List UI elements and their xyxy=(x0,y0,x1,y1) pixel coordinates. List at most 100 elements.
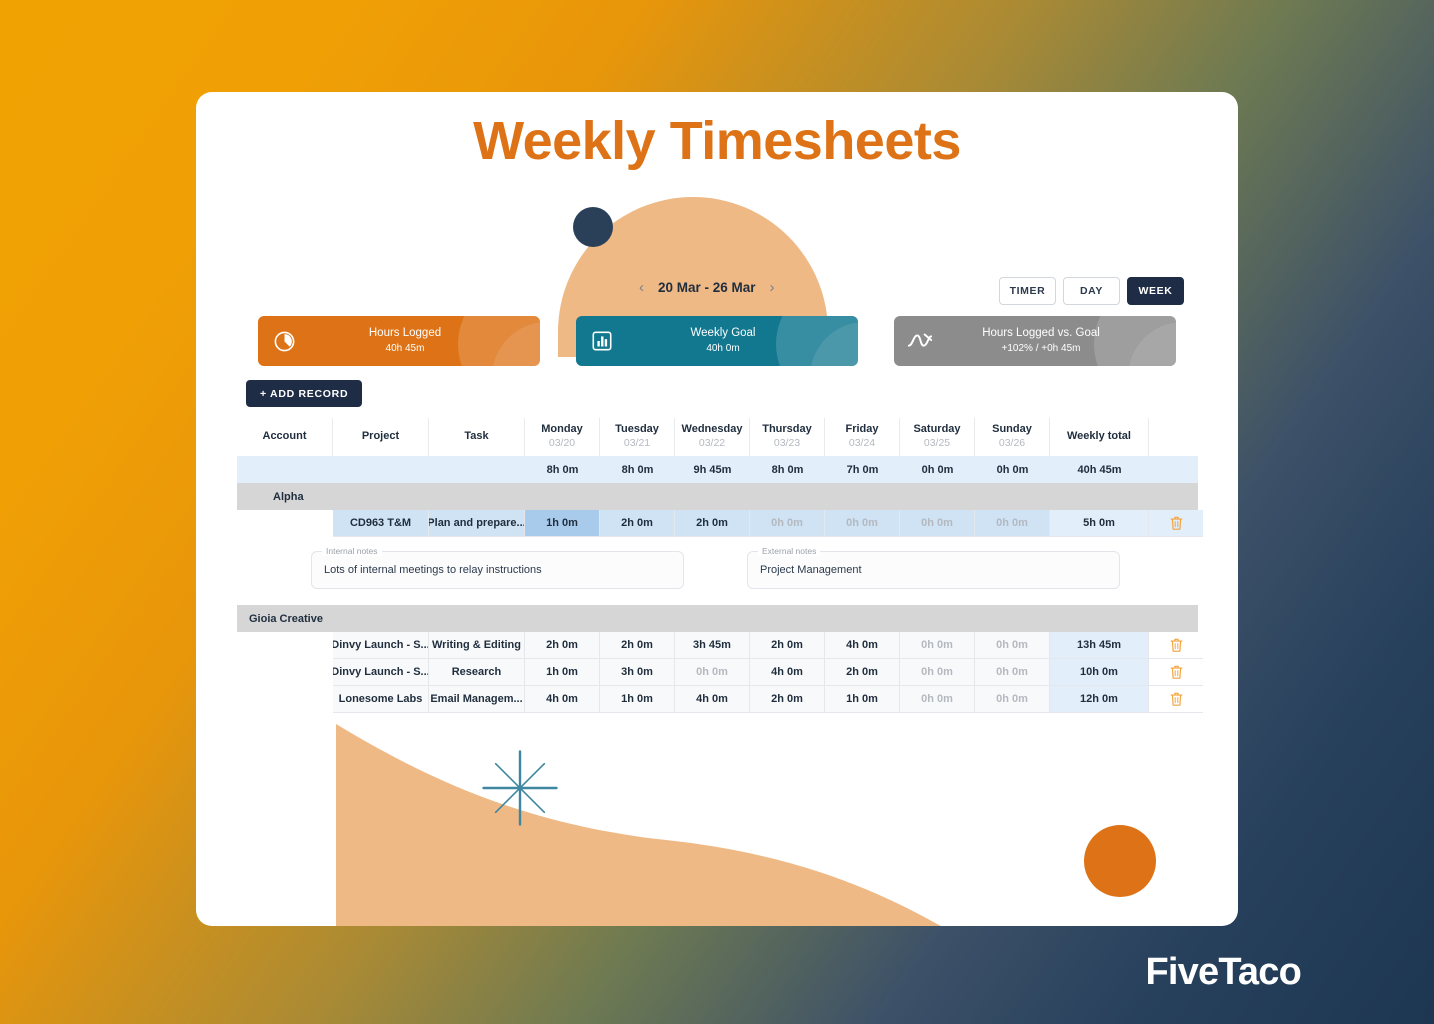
trash-icon xyxy=(1170,638,1182,652)
view-mode-toggle: TIMER DAY WEEK xyxy=(999,277,1184,305)
cell-saturday[interactable]: 0h 0m xyxy=(900,632,975,659)
cell-task[interactable]: Writing & Editing xyxy=(429,632,525,659)
view-toggle-timer[interactable]: TIMER xyxy=(999,277,1056,305)
cell-task[interactable]: Plan and prepare... xyxy=(429,510,525,537)
cell-sunday[interactable]: 0h 0m xyxy=(975,510,1050,537)
cell-friday[interactable]: 0h 0m xyxy=(825,510,900,537)
cell-thursday[interactable]: 2h 0m xyxy=(750,632,825,659)
column-header-tuesday[interactable]: Tuesday 03/21 xyxy=(600,418,675,456)
view-toggle-day[interactable]: DAY xyxy=(1063,277,1120,305)
column-header-friday[interactable]: Friday 03/24 xyxy=(825,418,900,456)
delete-row-button[interactable] xyxy=(1149,632,1203,659)
cell-wednesday[interactable]: 4h 0m xyxy=(675,686,750,713)
stat-value: 40h 45m xyxy=(385,342,425,354)
stat-value: +102% / +0h 45m xyxy=(1001,342,1081,354)
totals-account-spacer xyxy=(237,456,333,483)
row-notes-panel: Internal notes Lots of internal meetings… xyxy=(237,537,1198,605)
cell-tuesday[interactable]: 1h 0m xyxy=(600,686,675,713)
group-name: Alpha xyxy=(273,490,304,503)
cell-account[interactable] xyxy=(237,510,333,537)
cell-thursday[interactable]: 4h 0m xyxy=(750,659,825,686)
stat-label: Hours Logged vs. Goal xyxy=(982,326,1100,339)
stat-text: Hours Logged 40h 45m xyxy=(310,326,540,356)
internal-notes-value: Lots of internal meetings to relay instr… xyxy=(324,564,542,576)
cell-project[interactable]: Lonesome Labs xyxy=(333,686,429,713)
cell-sunday[interactable]: 0h 0m xyxy=(975,659,1050,686)
cell-project[interactable]: Dinvy Launch - S... xyxy=(333,659,429,686)
group-header-gioia-creative[interactable]: Gioia Creative xyxy=(237,605,1198,632)
cell-friday[interactable]: 2h 0m xyxy=(825,659,900,686)
delete-row-button[interactable] xyxy=(1149,686,1203,713)
external-notes-field[interactable]: External notes Project Management xyxy=(747,546,1120,589)
cell-project[interactable]: Dinvy Launch - S... xyxy=(333,632,429,659)
cell-wednesday[interactable]: 3h 45m xyxy=(675,632,750,659)
table-row[interactable]: CD963 T&M Plan and prepare... 1h 0m 2h 0… xyxy=(237,510,1203,537)
column-header-wednesday[interactable]: Wednesday 03/22 xyxy=(675,418,750,456)
cell-monday[interactable]: 1h 0m xyxy=(525,510,600,537)
column-header-project[interactable]: Project xyxy=(333,418,429,456)
table-totals-row: 8h 0m 8h 0m 9h 45m 8h 0m 7h 0m 0h 0m 0h … xyxy=(237,456,1198,483)
stat-label: Weekly Goal xyxy=(690,326,756,339)
cell-sunday[interactable]: 0h 0m xyxy=(975,632,1050,659)
cell-wednesday[interactable]: 0h 0m xyxy=(675,659,750,686)
chevron-left-icon[interactable]: ‹ xyxy=(639,280,644,295)
cell-tuesday[interactable]: 2h 0m xyxy=(600,632,675,659)
column-header-weekly-total[interactable]: Weekly total xyxy=(1050,418,1149,456)
cell-weekly-total: 5h 0m xyxy=(1050,510,1149,537)
cell-saturday[interactable]: 0h 0m xyxy=(900,686,975,713)
column-header-saturday[interactable]: Saturday 03/25 xyxy=(900,418,975,456)
cell-task[interactable]: Email Managem... xyxy=(429,686,525,713)
cell-saturday[interactable]: 0h 0m xyxy=(900,510,975,537)
cell-task[interactable]: Research xyxy=(429,659,525,686)
table-row[interactable]: Dinvy Launch - S... Research 1h 0m 3h 0m… xyxy=(237,659,1203,686)
bar-chart-icon xyxy=(576,330,628,352)
table-row[interactable]: Dinvy Launch - S... Writing & Editing 2h… xyxy=(237,632,1203,659)
cell-account[interactable] xyxy=(237,686,333,713)
cell-monday[interactable]: 2h 0m xyxy=(525,632,600,659)
stat-text: Hours Logged vs. Goal +102% / +0h 45m xyxy=(946,326,1176,356)
totals-wednesday: 9h 45m xyxy=(693,463,732,476)
totals-saturday: 0h 0m xyxy=(921,463,954,476)
view-toggle-week[interactable]: WEEK xyxy=(1127,277,1184,305)
cell-thursday[interactable]: 0h 0m xyxy=(750,510,825,537)
cell-tuesday[interactable]: 3h 0m xyxy=(600,659,675,686)
cell-sunday[interactable]: 0h 0m xyxy=(975,686,1050,713)
totals-actions-spacer xyxy=(1149,456,1203,483)
column-header-task[interactable]: Task xyxy=(429,418,525,456)
cell-weekly-total: 10h 0m xyxy=(1050,659,1149,686)
totals-monday: 8h 0m xyxy=(546,463,579,476)
cell-account[interactable] xyxy=(237,632,333,659)
column-header-sunday[interactable]: Sunday 03/26 xyxy=(975,418,1050,456)
cell-friday[interactable]: 4h 0m xyxy=(825,632,900,659)
cell-monday[interactable]: 1h 0m xyxy=(525,659,600,686)
cell-account[interactable] xyxy=(237,659,333,686)
stat-card-hours-vs-goal[interactable]: Hours Logged vs. Goal +102% / +0h 45m xyxy=(894,316,1176,366)
column-header-monday[interactable]: Monday 03/20 xyxy=(525,418,600,456)
chevron-right-icon[interactable]: › xyxy=(770,280,775,295)
stat-card-weekly-goal[interactable]: Weekly Goal 40h 0m xyxy=(576,316,858,366)
cell-friday[interactable]: 1h 0m xyxy=(825,686,900,713)
cell-thursday[interactable]: 2h 0m xyxy=(750,686,825,713)
add-record-button[interactable]: + ADD RECORD xyxy=(246,380,363,407)
internal-notes-field[interactable]: Internal notes Lots of internal meetings… xyxy=(311,546,684,589)
timesheet-table: Account Project Task Monday 03/20 Tuesda… xyxy=(237,418,1203,713)
table-row[interactable]: Lonesome Labs Email Managem... 4h 0m 1h … xyxy=(237,686,1203,713)
app-card: Weekly Timesheets ‹ 20 Mar - 26 Mar › TI… xyxy=(196,92,1238,926)
external-notes-label: External notes xyxy=(758,546,821,556)
cell-saturday[interactable]: 0h 0m xyxy=(900,659,975,686)
cell-monday[interactable]: 4h 0m xyxy=(525,686,600,713)
totals-project-spacer xyxy=(333,456,429,483)
column-header-account[interactable]: Account xyxy=(237,418,333,456)
cell-project[interactable]: CD963 T&M xyxy=(333,510,429,537)
column-header-thursday[interactable]: Thursday 03/23 xyxy=(750,418,825,456)
totals-friday: 7h 0m xyxy=(846,463,879,476)
group-header-alpha[interactable]: Alpha xyxy=(237,483,1198,510)
delete-row-button[interactable] xyxy=(1149,659,1203,686)
brand-logo: FiveTaco xyxy=(1145,951,1301,993)
delete-row-button[interactable] xyxy=(1149,510,1203,537)
cell-tuesday[interactable]: 2h 0m xyxy=(600,510,675,537)
trash-icon xyxy=(1170,692,1182,706)
cell-wednesday[interactable]: 2h 0m xyxy=(675,510,750,537)
stat-card-hours-logged[interactable]: Hours Logged 40h 45m xyxy=(258,316,540,366)
date-navigation: ‹ 20 Mar - 26 Mar › xyxy=(639,280,775,295)
